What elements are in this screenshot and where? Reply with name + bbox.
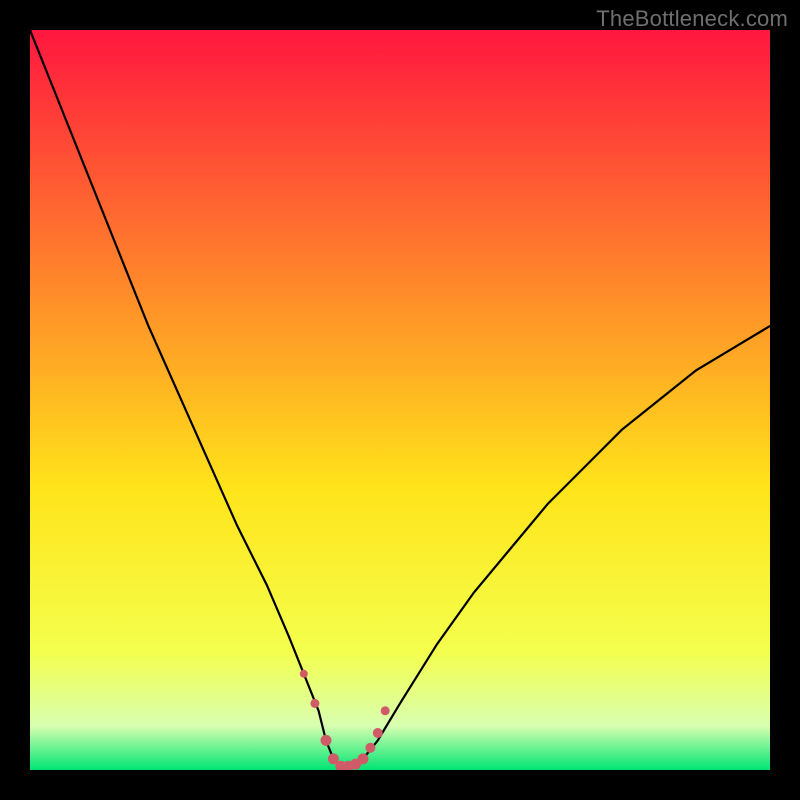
valley-marker <box>300 670 308 678</box>
watermark-text: TheBottleneck.com <box>596 6 788 32</box>
valley-marker <box>321 735 332 746</box>
chart-frame: TheBottleneck.com <box>0 0 800 800</box>
valley-marker <box>381 706 390 715</box>
plot-area <box>30 30 770 770</box>
bottleneck-chart-svg <box>30 30 770 770</box>
valley-marker <box>310 699 319 708</box>
valley-marker <box>358 753 369 764</box>
valley-marker <box>373 728 383 738</box>
valley-marker <box>365 743 375 753</box>
